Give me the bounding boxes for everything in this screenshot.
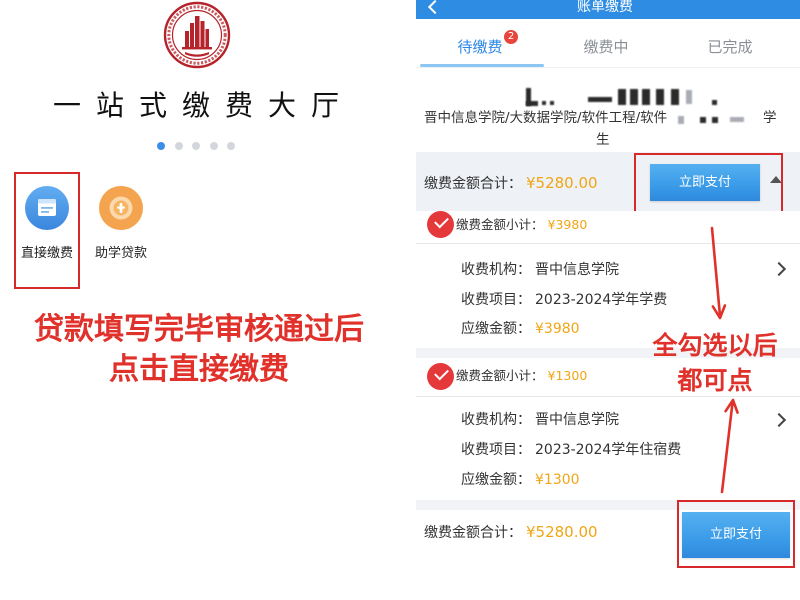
hall-title: 一站式缴费大厅 xyxy=(53,89,355,122)
carousel-dot[interactable] xyxy=(174,142,183,150)
field-value: 2023-2024学年学费 xyxy=(535,292,668,308)
total-amount-value: ¥5280.00 xyxy=(526,523,598,541)
total-label: 缴费金额合计： xyxy=(424,525,522,541)
active-tab-indicator xyxy=(420,64,544,67)
field-value: 晋中信息学院 xyxy=(535,262,619,278)
subtotal-amount: ¥1300 xyxy=(547,368,588,383)
student-affiliation: 晋中信息学院/大数据学院/软件工程/软件 xyxy=(424,110,668,126)
field-label: 收费机构： xyxy=(461,412,531,428)
annotation-right-line1: 全勾选以后 xyxy=(652,331,778,360)
carousel-dot[interactable] xyxy=(192,142,200,150)
total-label: 缴费金额合计： xyxy=(424,176,522,192)
carousel-pagination xyxy=(157,142,235,150)
annotation-line: 点击直接缴费 xyxy=(109,352,289,387)
annotation-right-line2: 都可点 xyxy=(677,366,753,395)
total-amount-value: ¥5280.00 xyxy=(526,174,598,192)
school-seal-logo xyxy=(163,1,231,69)
bill-field-item: 收费项目： 2023-2024学年住宿费 xyxy=(461,441,681,459)
highlight-box-pay-top xyxy=(634,153,783,213)
field-label: 收费项目： xyxy=(461,292,531,308)
shortcut-student-loan[interactable]: 助学贷款 xyxy=(87,186,155,262)
page-title: 账单缴费 xyxy=(577,0,633,15)
student-role-part: 学 xyxy=(763,110,777,126)
bill-subtotal: 缴费金额小计： ¥3980 xyxy=(456,216,587,234)
bill-field-org: 收费机构： 晋中信息学院 xyxy=(461,261,619,279)
tab-processing[interactable]: 缴费中 xyxy=(556,37,656,57)
bill-field-org: 收费机构： 晋中信息学院 xyxy=(461,411,619,429)
student-role-part: 生 xyxy=(596,132,610,148)
bill-field-due: 应缴金额： ¥3980 xyxy=(461,320,580,338)
shortcut-label: 直接缴费 xyxy=(20,246,73,261)
masked-text xyxy=(678,112,758,126)
shortcut-direct-payment[interactable]: 直接缴费 xyxy=(13,186,81,262)
field-value: ¥3980 xyxy=(535,321,580,337)
field-label: 应缴金额： xyxy=(461,321,531,337)
carousel-dot[interactable] xyxy=(209,142,218,150)
masked-name xyxy=(526,86,720,108)
field-value: 晋中信息学院 xyxy=(535,412,619,428)
tab-badge: 2 xyxy=(504,30,518,44)
bill-field-item: 收费项目： 2023-2024学年学费 xyxy=(461,291,667,309)
check-circle-icon[interactable] xyxy=(427,363,454,390)
carousel-dot[interactable] xyxy=(227,142,235,150)
tab-completed[interactable]: 已完成 xyxy=(680,37,780,57)
bill-payment-icon xyxy=(25,186,69,230)
total-amount-bottom: 缴费金额合计： ¥5280.00 xyxy=(424,523,598,542)
subtotal-amount: ¥3980 xyxy=(547,217,588,232)
bill-subtotal: 缴费金额小计： ¥1300 xyxy=(456,367,587,385)
field-label: 收费机构： xyxy=(461,262,531,278)
subtotal-label: 缴费金额小计： xyxy=(456,368,544,383)
total-amount-top: 缴费金额合计： ¥5280.00 xyxy=(424,174,598,193)
field-label: 收费项目： xyxy=(461,442,531,458)
check-circle-icon[interactable] xyxy=(427,211,454,238)
annotation-left: 贷款填写完毕审核通过后 点击直接缴费 xyxy=(0,310,398,390)
student-loan-icon xyxy=(99,186,143,230)
carousel-dot[interactable] xyxy=(157,142,165,150)
field-label: 应缴金额： xyxy=(461,472,531,488)
bill-field-due: 应缴金额： ¥1300 xyxy=(461,471,580,489)
annotation-line: 贷款填写完毕审核通过后 xyxy=(34,312,364,347)
field-value: ¥1300 xyxy=(535,472,580,488)
shortcut-label: 助学贷款 xyxy=(94,246,147,261)
subtotal-label: 缴费金额小计： xyxy=(456,217,544,232)
field-value: 2023-2024学年住宿费 xyxy=(535,442,682,458)
highlight-box-pay-bottom xyxy=(677,500,795,568)
